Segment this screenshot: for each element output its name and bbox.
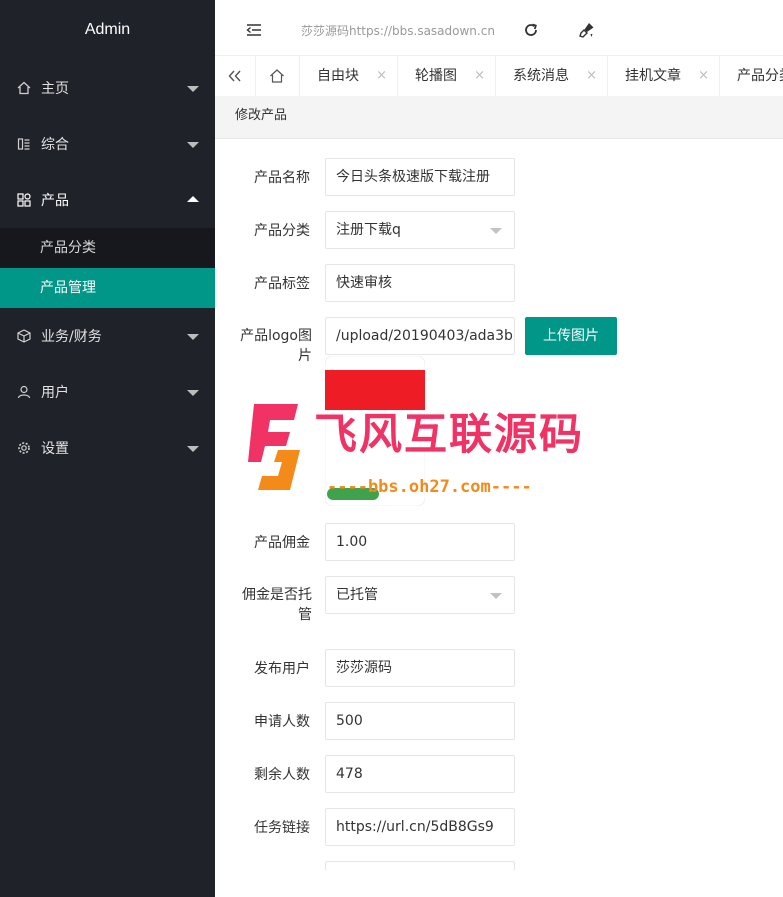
- chevron-down-icon: [187, 334, 199, 340]
- sidebar-item-label: 综合: [41, 137, 69, 153]
- tab-label: 轮播图: [415, 68, 457, 84]
- dropdown-arrow-icon: [490, 228, 502, 234]
- close-icon[interactable]: ×: [698, 56, 709, 96]
- sidebar-item-home[interactable]: 主页: [0, 60, 215, 116]
- brand-title: Admin: [84, 21, 131, 38]
- tab-system-message[interactable]: 系统消息 ×: [495, 56, 608, 96]
- chevron-down-icon: [187, 446, 199, 452]
- sidebar-item-label: 主页: [41, 81, 69, 97]
- page-tabs: 自由块 × 轮播图 × 系统消息 × 挂机文章 × 产品分类: [215, 55, 783, 97]
- escrow-label: 佣金是否托管: [242, 587, 312, 623]
- sidebar-subitem-product-manage[interactable]: 产品管理: [0, 268, 215, 308]
- refresh-icon[interactable]: [518, 17, 544, 43]
- upload-image-button[interactable]: 上传图片: [525, 317, 617, 355]
- tab-home[interactable]: [255, 56, 300, 96]
- product-tag-label: 产品标签: [254, 276, 310, 292]
- product-logo-label: 产品logo图片: [240, 328, 312, 364]
- dropdown-arrow-icon: [490, 593, 502, 599]
- tab-label: 系统消息: [513, 68, 569, 84]
- sidebar-item-general[interactable]: 综合: [0, 116, 215, 172]
- watermark-title: 飞风互联源码: [314, 410, 584, 460]
- publisher-label: 发布用户: [254, 661, 310, 677]
- watermark-url: ----bbs.oh27.com----: [327, 477, 532, 497]
- close-icon[interactable]: ×: [474, 56, 485, 96]
- publisher-input[interactable]: 莎莎源码: [325, 649, 515, 687]
- sidebar: Admin 主页 综合 产品 产品分类 产品管理 业务/财务 用户 设置: [0, 0, 215, 897]
- tab-label: 产品分类: [737, 68, 783, 84]
- tab-hangup-article[interactable]: 挂机文章 ×: [607, 56, 720, 96]
- page-title: 修改产品: [215, 96, 783, 139]
- top-header: 莎莎源码https://bbs.sasadown.cn: [215, 5, 783, 55]
- remaining-label: 剩余人数: [254, 767, 310, 783]
- product-tag-input[interactable]: 快速审核: [325, 264, 515, 302]
- menu-shrink-icon[interactable]: [241, 17, 267, 43]
- commission-input[interactable]: 1.00: [325, 523, 515, 561]
- task-link-input[interactable]: https://url.cn/5dB8Gs9: [325, 808, 515, 846]
- product-category-label: 产品分类: [254, 223, 310, 239]
- product-logo-input[interactable]: /upload/20190403/ada3b2f1: [325, 317, 515, 355]
- escrow-select[interactable]: 已托管: [325, 576, 515, 614]
- select-value: 已托管: [336, 587, 378, 603]
- product-name-label: 产品名称: [254, 170, 310, 186]
- product-name-input[interactable]: 今日头条极速版下载注册: [325, 158, 515, 196]
- watermark-logo: [248, 400, 302, 492]
- cube-icon: [15, 327, 33, 345]
- user-icon: [15, 383, 33, 401]
- home-icon: [269, 68, 285, 84]
- chevron-down-icon: [187, 142, 199, 148]
- chevron-down-icon: [187, 390, 199, 396]
- sidebar-item-label: 设置: [41, 441, 69, 457]
- sidebar-item-settings[interactable]: 设置: [0, 420, 215, 476]
- sidebar-item-users[interactable]: 用户: [0, 364, 215, 420]
- sidebar-item-product[interactable]: 产品: [0, 172, 215, 228]
- chevron-down-icon: [187, 86, 199, 92]
- site-link[interactable]: 莎莎源码https://bbs.sasadown.cn: [301, 22, 495, 39]
- close-icon[interactable]: ×: [376, 56, 387, 96]
- applicants-label: 申请人数: [254, 714, 310, 730]
- product-category-select[interactable]: 注册下载q: [325, 211, 515, 249]
- home-icon: [15, 79, 33, 97]
- layers-icon: [15, 135, 33, 153]
- select-value: 注册下载q: [336, 222, 401, 238]
- sidebar-subitem-product-category[interactable]: 产品分类: [0, 228, 215, 268]
- sidebar-item-label: 用户: [41, 385, 69, 401]
- applicants-input[interactable]: 500: [325, 702, 515, 740]
- commission-label: 产品佣金: [254, 535, 310, 551]
- sidebar-item-label: 产品: [41, 193, 69, 209]
- tab-label: 挂机文章: [625, 68, 681, 84]
- sidebar-submenu-product: 产品分类 产品管理: [0, 228, 215, 308]
- next-field-input[interactable]: [325, 861, 515, 871]
- tab-free-block[interactable]: 自由块 ×: [299, 56, 398, 96]
- remaining-input[interactable]: 478: [325, 755, 515, 793]
- brush-icon[interactable]: [574, 17, 600, 43]
- tabs-scroll-left-icon[interactable]: [215, 56, 256, 96]
- chevron-up-icon: [187, 196, 199, 202]
- sidebar-item-label: 业务/财务: [41, 329, 102, 345]
- tab-label: 自由块: [317, 68, 359, 84]
- sidebar-item-business-finance[interactable]: 业务/财务: [0, 308, 215, 364]
- tab-carousel[interactable]: 轮播图 ×: [397, 56, 496, 96]
- settings-icon: [15, 439, 33, 457]
- tab-product-category[interactable]: 产品分类: [719, 56, 783, 96]
- task-link-label: 任务链接: [254, 820, 310, 836]
- close-icon[interactable]: ×: [586, 56, 597, 96]
- app-grid-icon: [15, 191, 33, 209]
